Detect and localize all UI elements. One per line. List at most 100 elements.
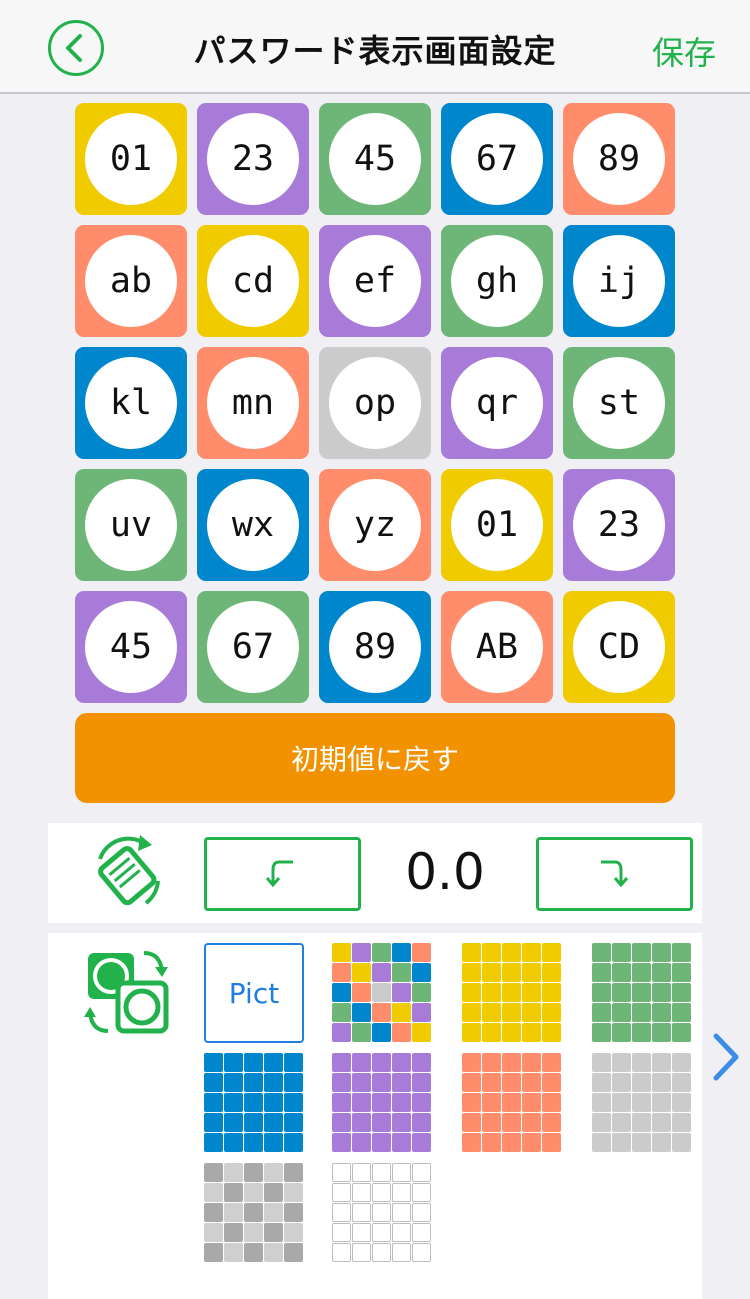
pattern-cell (482, 1023, 501, 1042)
password-tile[interactable]: ef (319, 225, 431, 337)
password-tile[interactable]: ij (563, 225, 675, 337)
pattern-cell (482, 943, 501, 962)
chevron-right-icon[interactable] (708, 1032, 744, 1082)
pattern-cell (352, 1023, 371, 1042)
pattern-cell (284, 1163, 303, 1182)
password-tile[interactable]: mn (197, 347, 309, 459)
pattern-cell (264, 1113, 283, 1132)
rotate-clockwise-icon (601, 860, 629, 888)
password-tile[interactable]: cd (197, 225, 309, 337)
navigation-bar: パスワード表示画面設定 保存 (0, 0, 750, 94)
pattern-cell (652, 1113, 671, 1132)
password-tile[interactable]: yz (319, 469, 431, 581)
pattern-cell (372, 1223, 391, 1242)
pattern-cell (502, 1093, 521, 1112)
pattern-cell (412, 963, 431, 982)
pattern-purple[interactable] (332, 1053, 432, 1153)
pattern-cell (502, 1133, 521, 1152)
pattern-blue[interactable] (204, 1053, 304, 1153)
pattern-cell (392, 1073, 411, 1092)
pattern-cell (592, 1053, 611, 1072)
pattern-cell (372, 1183, 391, 1202)
password-tile[interactable]: 23 (563, 469, 675, 581)
password-tile[interactable]: AB (441, 591, 553, 703)
password-tile[interactable]: 01 (441, 469, 553, 581)
pattern-cell (352, 1113, 371, 1132)
pattern-cell (264, 1093, 283, 1112)
pattern-cell (332, 963, 351, 982)
tile-label: 45 (329, 113, 421, 205)
pattern-cell (284, 1183, 303, 1202)
password-tile[interactable]: qr (441, 347, 553, 459)
pattern-cell (412, 1203, 431, 1222)
pattern-cell (332, 1113, 351, 1132)
pattern-cell (224, 1093, 243, 1112)
pattern-cell (522, 1023, 541, 1042)
password-tile[interactable]: 89 (319, 591, 431, 703)
pattern-cell (522, 963, 541, 982)
pattern-cell (632, 1113, 651, 1132)
password-tile[interactable]: uv (75, 469, 187, 581)
password-tile[interactable]: kl (75, 347, 187, 459)
pattern-cell (592, 1113, 611, 1132)
reset-button[interactable]: 初期値に戻す (75, 713, 675, 803)
pattern-cell (372, 1163, 391, 1182)
pattern-cell (204, 1203, 223, 1222)
password-tile[interactable]: 01 (75, 103, 187, 215)
pattern-cell (332, 983, 351, 1002)
tile-label: 89 (573, 113, 665, 205)
pattern-cell (522, 1113, 541, 1132)
pattern-cell (372, 1203, 391, 1222)
password-tile[interactable]: 23 (197, 103, 309, 215)
password-tile[interactable]: 67 (197, 591, 309, 703)
pattern-cell (352, 1183, 371, 1202)
page-title: パスワード表示画面設定 (193, 32, 557, 70)
pattern-cell (502, 963, 521, 982)
pattern-cell (352, 943, 371, 962)
pattern-cell (244, 1093, 263, 1112)
pattern-cell (522, 1053, 541, 1072)
rotate-right-button[interactable] (536, 837, 693, 911)
swap-pattern-icon (84, 951, 169, 1034)
pattern-cell (392, 1023, 411, 1042)
password-tile[interactable]: op (319, 347, 431, 459)
pattern-cell (332, 1163, 351, 1182)
pattern-yellow[interactable] (462, 943, 562, 1043)
pattern-cell (522, 1003, 541, 1022)
rotate-left-button[interactable] (204, 837, 361, 911)
password-tile[interactable]: CD (563, 591, 675, 703)
pattern-gray[interactable] (592, 1053, 692, 1153)
pattern-cell (542, 943, 561, 962)
pattern-cell (462, 1053, 481, 1072)
pattern-cell (224, 1163, 243, 1182)
pattern-green[interactable] (592, 943, 692, 1043)
pattern-cell (284, 1133, 303, 1152)
password-tile[interactable]: wx (197, 469, 309, 581)
pattern-salmon[interactable] (462, 1053, 562, 1153)
pattern-cell (204, 1163, 223, 1182)
password-tile[interactable]: 45 (319, 103, 431, 215)
pattern-cell (612, 1093, 631, 1112)
pattern-cell (412, 1053, 431, 1072)
password-tile[interactable]: 45 (75, 591, 187, 703)
password-tile[interactable]: 67 (441, 103, 553, 215)
tile-label: cd (207, 235, 299, 327)
pict-pattern-button[interactable]: Pict (204, 943, 304, 1043)
pattern-cell (244, 1113, 263, 1132)
tile-label: 67 (451, 113, 543, 205)
pattern-cell (392, 1183, 411, 1202)
password-tile[interactable]: st (563, 347, 675, 459)
password-tile[interactable]: 89 (563, 103, 675, 215)
password-tile[interactable]: ab (75, 225, 187, 337)
save-button[interactable]: 保存 (652, 28, 716, 74)
pattern-mixed[interactable] (332, 943, 432, 1043)
pattern-cell (482, 1003, 501, 1022)
pattern-cell (672, 963, 691, 982)
pattern-white[interactable] (332, 1163, 432, 1263)
pattern-cell (412, 1163, 431, 1182)
password-tile[interactable]: gh (441, 225, 553, 337)
pattern-cell (244, 1133, 263, 1152)
pattern-cell (672, 1073, 691, 1092)
pattern-cell (672, 1003, 691, 1022)
pattern-checker[interactable] (204, 1163, 304, 1263)
